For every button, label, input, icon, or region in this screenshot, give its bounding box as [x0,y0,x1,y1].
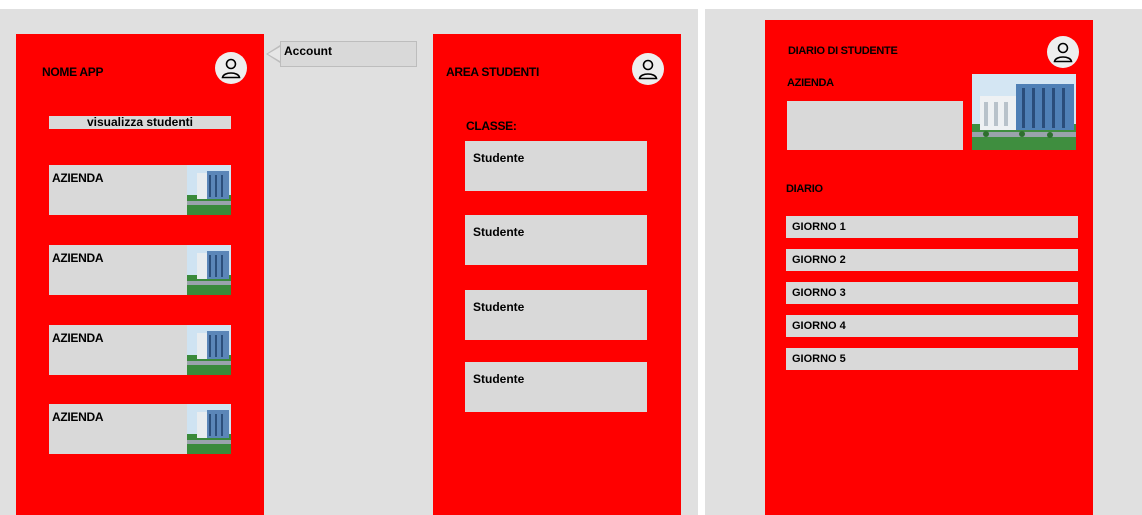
company-card[interactable]: AZIENDA [49,404,231,454]
company-info-box [787,101,963,150]
student-label: Studente [473,300,525,314]
day-item[interactable]: GIORNO 1 [786,216,1078,238]
company-label: AZIENDA [52,410,104,424]
user-icon[interactable] [632,53,664,85]
company-label: AZIENDA [52,251,104,265]
company-card[interactable]: AZIENDA [49,165,231,215]
company-card[interactable]: AZIENDA [49,245,231,295]
app-name: NOME APP [42,65,104,79]
view-students-button[interactable]: visualizza studenti [49,116,231,129]
building-photo [972,74,1076,150]
company-label: AZIENDA [52,171,104,185]
day-label: GIORNO 5 [792,353,846,365]
diary-section-label: DIARIO [786,183,823,195]
building-photo [187,325,231,375]
day-label: GIORNO 4 [792,320,846,332]
diary-company-label: AZIENDA [787,77,834,89]
building-photo [187,404,231,454]
area-title: AREA STUDENTI [446,65,539,79]
student-label: Studente [473,225,525,239]
day-item[interactable]: GIORNO 4 [786,315,1078,337]
student-card[interactable]: Studente [465,362,647,412]
account-tooltip-label: Account [284,44,332,58]
day-item[interactable]: GIORNO 3 [786,282,1078,304]
class-label: CLASSE: [466,119,517,133]
day-label: GIORNO 3 [792,287,846,299]
building-photo [187,245,231,295]
user-icon[interactable] [215,52,247,84]
student-card[interactable]: Studente [465,141,647,191]
day-label: GIORNO 2 [792,254,846,266]
day-label: GIORNO 1 [792,221,846,233]
user-icon[interactable] [1047,36,1079,68]
student-label: Studente [473,151,525,165]
company-label: AZIENDA [52,331,104,345]
day-item[interactable]: GIORNO 2 [786,249,1078,271]
student-card[interactable]: Studente [465,215,647,265]
company-card[interactable]: AZIENDA [49,325,231,375]
student-card[interactable]: Studente [465,290,647,340]
building-photo [187,165,231,215]
student-label: Studente [473,372,525,386]
tooltip-pointer-inner [268,47,280,61]
students-area-screen [433,34,681,515]
diary-title: DIARIO DI STUDENTE [788,45,898,57]
day-item[interactable]: GIORNO 5 [786,348,1078,370]
account-tooltip: Account [280,41,417,67]
